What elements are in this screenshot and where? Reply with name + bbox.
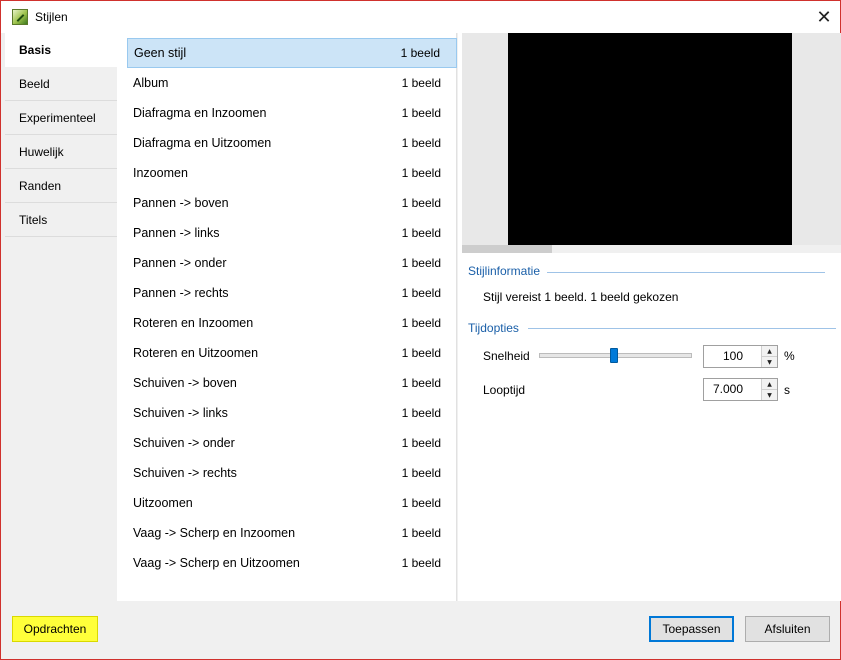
spin-down-icon[interactable]: ▼ [762, 357, 777, 367]
details-pane: Stijlinformatie Stijl vereist 1 beeld. 1… [458, 33, 841, 601]
list-item[interactable]: Schuiven -> links 1 beeld [127, 398, 457, 428]
speed-spinner[interactable]: 100 ▲ ▼ [703, 345, 778, 368]
list-item[interactable]: Schuiven -> rechts 1 beeld [127, 458, 457, 488]
style-count: 1 beeld [401, 496, 441, 510]
title-bar: Stijlen ✕ [1, 1, 840, 33]
commands-button[interactable]: Opdrachten [12, 616, 98, 642]
style-name: Schuiven -> onder [133, 436, 235, 450]
spin-buttons: ▲ ▼ [761, 379, 777, 400]
style-name: Diafragma en Uitzoomen [133, 136, 272, 150]
list-item[interactable]: Pannen -> boven 1 beeld [127, 188, 457, 218]
style-count: 1 beeld [401, 556, 441, 570]
style-count: 1 beeld [401, 256, 441, 270]
style-name: Album [133, 76, 169, 90]
tab-basis[interactable]: Basis [5, 33, 117, 67]
list-item[interactable]: Geen stijl 1 beeld [127, 38, 457, 68]
style-name: Uitzoomen [133, 496, 193, 510]
style-count: 1 beeld [401, 286, 441, 300]
duration-spinner[interactable]: 7.000 ▲ ▼ [703, 378, 778, 401]
styles-dialog: Stijlen ✕ Basis Beeld Experimenteel Huwe… [0, 0, 841, 660]
style-count: 1 beeld [401, 166, 441, 180]
app-icon [12, 9, 28, 25]
list-item[interactable]: Schuiven -> boven 1 beeld [127, 368, 457, 398]
style-name: Schuiven -> rechts [133, 466, 237, 480]
group-divider [547, 272, 825, 273]
style-count: 1 beeld [401, 466, 441, 480]
style-list: Geen stijl 1 beeld Album 1 beeld Diafrag… [117, 33, 457, 601]
style-count: 1 beeld [401, 136, 441, 150]
duration-label: Looptijd [483, 383, 526, 397]
style-name: Geen stijl [134, 46, 187, 60]
style-count: 1 beeld [401, 196, 441, 210]
style-name: Roteren en Inzoomen [133, 316, 254, 330]
style-count: 1 beeld [400, 46, 440, 60]
list-item[interactable]: Uitzoomen 1 beeld [127, 488, 457, 518]
preview-screen [508, 33, 792, 245]
tab-titels[interactable]: Titels [5, 203, 117, 237]
preview-scrollbar[interactable] [462, 245, 841, 253]
list-item[interactable]: Vaag -> Scherp en Inzoomen 1 beeld [127, 518, 457, 548]
style-count: 1 beeld [401, 376, 441, 390]
style-name: Vaag -> Scherp en Inzoomen [133, 526, 296, 540]
duration-unit: s [784, 383, 790, 397]
tab-beeld[interactable]: Beeld [5, 67, 117, 101]
speed-unit: % [784, 349, 795, 363]
style-name: Vaag -> Scherp en Uitzoomen [133, 556, 300, 570]
style-count: 1 beeld [401, 226, 441, 240]
style-name: Pannen -> onder [133, 256, 227, 270]
style-name: Schuiven -> boven [133, 376, 237, 390]
scrollbar-thumb[interactable] [462, 245, 552, 253]
list-item[interactable]: Schuiven -> onder 1 beeld [127, 428, 457, 458]
tab-huwelijk[interactable]: Huwelijk [5, 135, 117, 169]
dialog-footer: Opdrachten Toepassen Afsluiten [1, 601, 840, 659]
list-item[interactable]: Diafragma en Uitzoomen 1 beeld [127, 128, 457, 158]
speed-value[interactable]: 100 [704, 346, 761, 367]
tab-experimenteel[interactable]: Experimenteel [5, 101, 117, 135]
style-count: 1 beeld [401, 76, 441, 90]
spin-up-icon[interactable]: ▲ [762, 346, 777, 357]
list-item[interactable]: Pannen -> rechts 1 beeld [127, 278, 457, 308]
style-name: Pannen -> links [133, 226, 220, 240]
list-item[interactable]: Pannen -> onder 1 beeld [127, 248, 457, 278]
close-icon[interactable]: ✕ [814, 7, 834, 28]
style-name: Pannen -> rechts [133, 286, 229, 300]
style-count: 1 beeld [401, 316, 441, 330]
style-name: Diafragma en Inzoomen [133, 106, 267, 120]
style-count: 1 beeld [401, 346, 441, 360]
window-title: Stijlen [35, 10, 68, 24]
list-item[interactable]: Roteren en Inzoomen 1 beeld [127, 308, 457, 338]
style-count: 1 beeld [401, 106, 441, 120]
speed-label: Snelheid [483, 349, 530, 363]
timing-heading: Tijdopties [468, 321, 519, 335]
style-count: 1 beeld [401, 406, 441, 420]
group-divider [528, 328, 836, 329]
style-name: Inzoomen [133, 166, 188, 180]
style-name: Schuiven -> links [133, 406, 228, 420]
list-item[interactable]: Vaag -> Scherp en Uitzoomen 1 beeld [127, 548, 457, 578]
duration-value[interactable]: 7.000 [704, 379, 761, 400]
list-item[interactable]: Pannen -> links 1 beeld [127, 218, 457, 248]
tab-randen[interactable]: Randen [5, 169, 117, 203]
style-name: Roteren en Uitzoomen [133, 346, 259, 360]
spin-up-icon[interactable]: ▲ [762, 379, 777, 390]
apply-button[interactable]: Toepassen [649, 616, 734, 642]
list-item[interactable]: Inzoomen 1 beeld [127, 158, 457, 188]
style-count: 1 beeld [401, 436, 441, 450]
close-button[interactable]: Afsluiten [745, 616, 830, 642]
list-item[interactable]: Diafragma en Inzoomen 1 beeld [127, 98, 457, 128]
spin-down-icon[interactable]: ▼ [762, 390, 777, 400]
style-info-heading: Stijlinformatie [468, 264, 541, 278]
style-count: 1 beeld [401, 526, 441, 540]
spin-buttons: ▲ ▼ [761, 346, 777, 367]
list-item[interactable]: Roteren en Uitzoomen 1 beeld [127, 338, 457, 368]
style-name: Pannen -> boven [133, 196, 229, 210]
style-info-text: Stijl vereist 1 beeld. 1 beeld gekozen [483, 290, 679, 304]
speed-slider-thumb[interactable] [610, 348, 618, 363]
category-tabs: Basis Beeld Experimenteel Huwelijk Rande… [5, 33, 117, 601]
list-item[interactable]: Album 1 beeld [127, 68, 457, 98]
preview-panel [462, 33, 841, 253]
